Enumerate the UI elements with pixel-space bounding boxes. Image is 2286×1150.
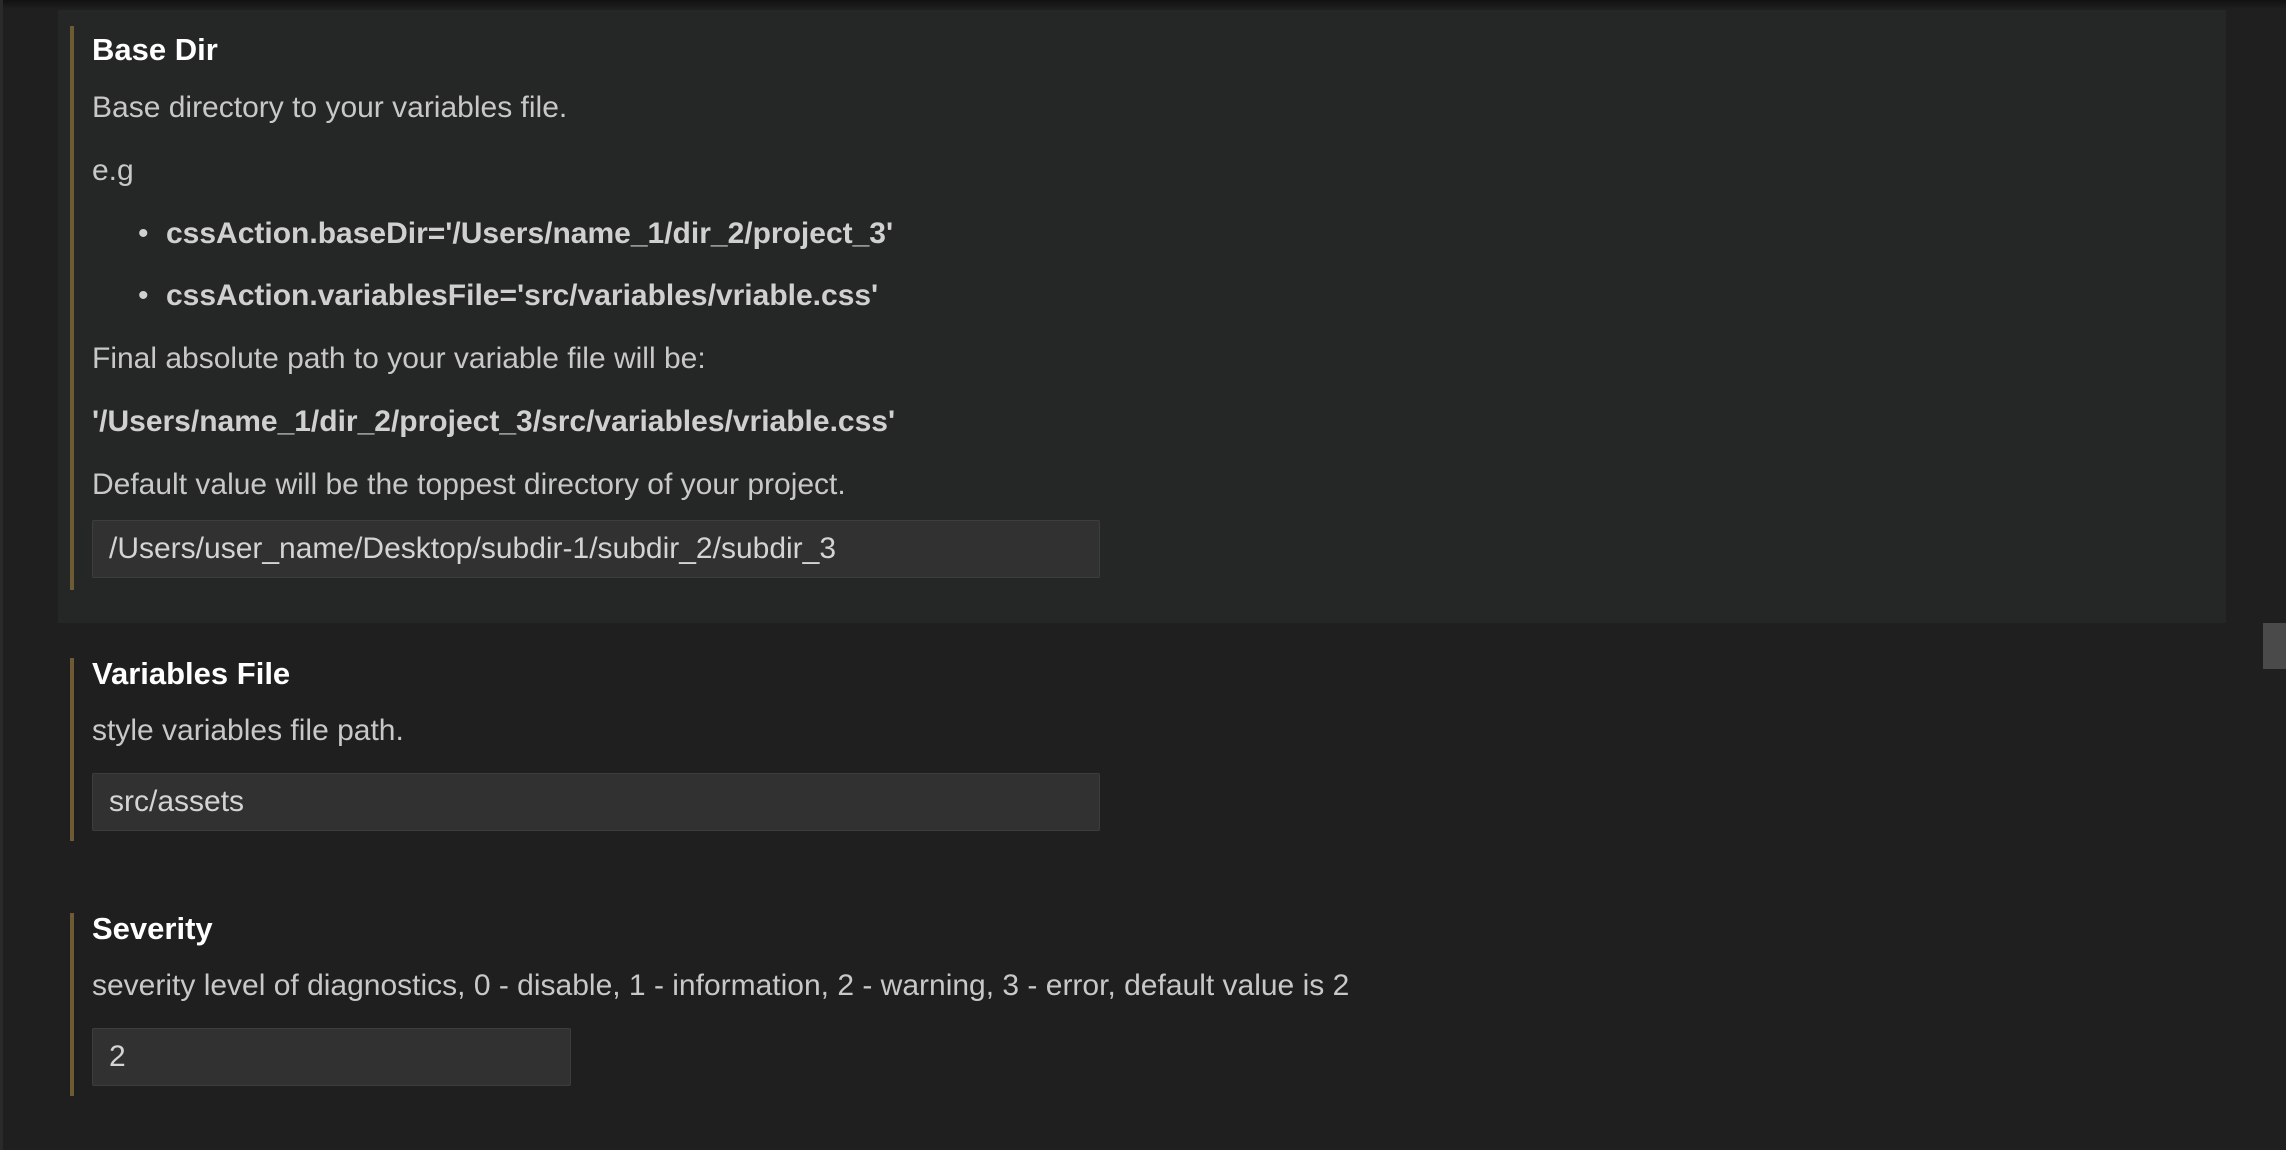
default-note: Default value will be the toppest direct… — [92, 468, 846, 501]
final-path-label: Final absolute path to your variable fil… — [92, 342, 706, 375]
variables-file-input[interactable] — [92, 773, 1100, 831]
setting-description: severity level of diagnostics, 0 - disab… — [92, 969, 1350, 1002]
base-dir-input[interactable] — [92, 520, 1100, 578]
setting-description: style variables file path. — [92, 714, 404, 747]
setting-severity[interactable]: Severity severity level of diagnostics, … — [58, 905, 2226, 1105]
setting-variables-file[interactable]: Variables File style variables file path… — [58, 650, 2226, 850]
example-label: e.g — [92, 154, 134, 187]
scrollbar-thumb[interactable] — [2263, 623, 2286, 669]
example-variables-file: cssAction.variablesFile='src/variables/v… — [138, 279, 878, 313]
modified-indicator — [70, 658, 74, 841]
editor-left-edge — [0, 0, 3, 1150]
example-base-dir: cssAction.baseDir='/Users/name_1/dir_2/p… — [138, 217, 893, 251]
severity-input[interactable] — [92, 1028, 571, 1086]
setting-title: Base Dir — [92, 32, 218, 67]
modified-indicator — [70, 26, 74, 590]
setting-title: Variables File — [92, 656, 291, 691]
setting-base-dir[interactable]: Base Dir Base directory to your variable… — [58, 10, 2226, 623]
setting-title: Severity — [92, 911, 213, 946]
editor-top-shadow — [0, 0, 2286, 9]
modified-indicator — [70, 913, 74, 1096]
setting-description: Base directory to your variables file. — [92, 91, 568, 124]
final-path: '/Users/name_1/dir_2/project_3/src/varia… — [92, 405, 896, 438]
